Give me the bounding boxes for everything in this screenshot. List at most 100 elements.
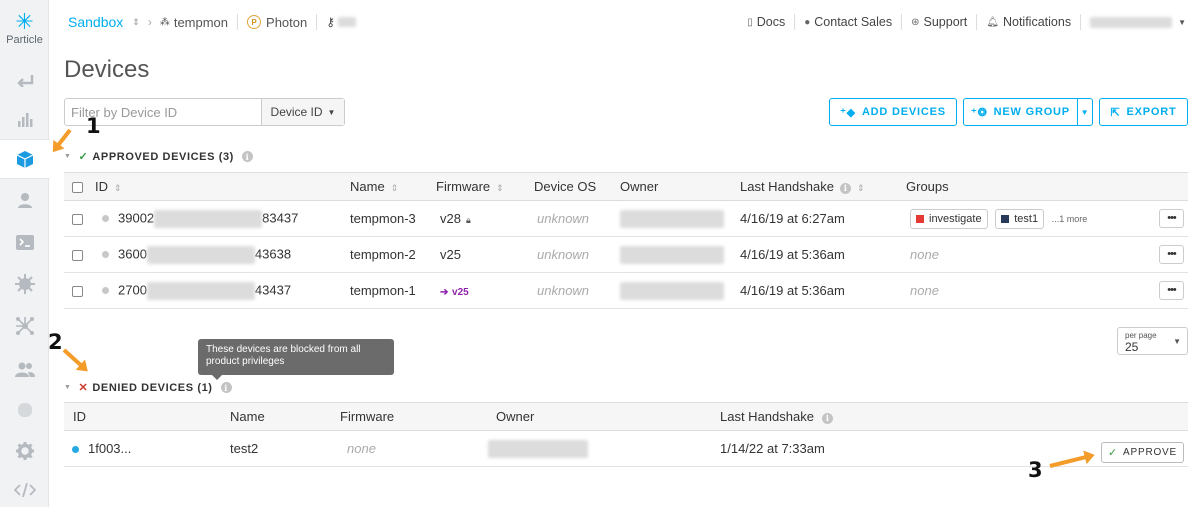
row-checkbox[interactable] <box>72 214 83 226</box>
swap-icon[interactable]: ⇕ <box>132 17 140 28</box>
sidebar-item-firmware[interactable] <box>0 264 49 304</box>
group-tag-test1[interactable]: test1 <box>995 208 1045 229</box>
divider <box>901 14 903 30</box>
column-owner: Owner <box>496 402 720 431</box>
group-color-swatch <box>1001 214 1010 223</box>
product-icon: ⁂ <box>159 16 170 28</box>
column-last-handshake: Last Handshake i <box>720 402 1188 431</box>
sidebar-item-customers[interactable] <box>0 180 49 220</box>
breadcrumb: Sandbox ⇕ › ⁂ tempmon P Photon ⚷ <box>68 14 357 30</box>
collapse-triangle-icon[interactable]: ▼ <box>64 153 72 160</box>
annotation-number-2: 2 <box>48 330 63 354</box>
sidebar-item-devices[interactable] <box>0 139 50 179</box>
row-checkbox[interactable] <box>72 286 83 298</box>
new-group-dropdown[interactable]: ▼ <box>1077 98 1093 126</box>
table-row[interactable]: 1f003... test2 none 1/14/22 at 7:33am <box>64 430 1188 467</box>
select-all-checkbox[interactable] <box>72 182 83 194</box>
device-id: 1f003... <box>88 441 132 456</box>
network-icon <box>15 317 34 335</box>
contact-sales-link[interactable]: ● Contact Sales <box>804 15 892 29</box>
device-id-redacted <box>154 209 263 228</box>
device-id-prefix: 2700 <box>118 281 147 297</box>
approved-devices-table: ID ⇕ Name ⇕ Firmware ⇕ Device OS Owner Last… <box>64 172 1188 309</box>
denied-devices-header[interactable]: ▼ ✕ DENIED DEVICES (1) i <box>64 381 232 394</box>
column-device-os-label: Device OS <box>534 179 597 194</box>
bar-chart-icon <box>17 113 32 127</box>
info-icon[interactable]: i <box>241 151 253 162</box>
top-links: ▯ Docs ● Contact Sales ⊛ Support 🔔︎ Notifica… <box>747 14 1200 30</box>
row-checkbox[interactable] <box>72 250 83 262</box>
info-icon[interactable]: i <box>220 382 232 393</box>
sidebar-item-team[interactable] <box>0 349 49 389</box>
export-button[interactable]: ⇱ EXPORT <box>1099 98 1188 126</box>
select-all-cell <box>64 172 95 201</box>
groups-cell: investigate test1 ...1 more <box>906 200 1156 237</box>
device-id-suffix: 43638 <box>254 245 292 261</box>
check-icon: ✓ <box>1108 447 1119 459</box>
sidebar-item-database[interactable] <box>0 390 49 430</box>
owner-redacted <box>620 245 724 264</box>
support-label: Support <box>923 15 968 29</box>
account-menu[interactable]: ▼ <box>1090 16 1186 28</box>
table-row[interactable]: 2700 43437 tempmon-1 ➔ v25 unknown 4/16/1… <box>64 272 1188 309</box>
sort-icon: ⇕ <box>856 183 865 193</box>
sidebar-item-analytics[interactable] <box>0 100 49 140</box>
sidebar-item-settings[interactable] <box>0 431 49 471</box>
breadcrumb-product[interactable]: tempmon <box>174 15 228 30</box>
key-icon: ⚷ <box>326 15 336 29</box>
column-firmware[interactable]: Firmware ⇕ <box>436 172 534 201</box>
groups-none: none <box>906 236 1156 273</box>
filter-field-dropdown[interactable]: Device ID ▼ <box>261 99 344 125</box>
sidebar-item-code[interactable] <box>0 470 49 510</box>
sidebar-item-console[interactable] <box>0 222 49 262</box>
notifications-link[interactable]: 🔔︎ Notifications <box>986 15 1071 29</box>
approved-devices-header[interactable]: ▼ ✓ APPROVED DEVICES (3) i <box>64 150 253 163</box>
column-groups: Groups <box>906 172 1156 201</box>
device-id-cell[interactable]: 1f003... <box>64 430 230 467</box>
denied-devices-title: DENIED DEVICES (1) <box>92 381 213 394</box>
group-label: test1 <box>1014 212 1039 225</box>
breadcrumb-sandbox[interactable]: Sandbox <box>68 14 123 30</box>
table-row[interactable]: 3600 43638 tempmon-2 v25 unknown 4/16/19 … <box>64 236 1188 273</box>
row-actions-button[interactable]: ••• <box>1159 245 1184 264</box>
annotation-number-1: 1 <box>86 114 101 138</box>
info-icon[interactable]: i <box>839 182 851 194</box>
sidebar-item-integrations[interactable] <box>0 306 49 346</box>
approve-button[interactable]: ✓ APPROVE <box>1101 442 1184 463</box>
filter-field-label: Device ID <box>270 105 323 119</box>
export-label: EXPORT <box>1126 106 1177 118</box>
row-actions-button[interactable]: ••• <box>1159 281 1184 300</box>
check-icon: ✓ <box>78 151 89 163</box>
device-id-cell[interactable]: 39002 83437 <box>95 200 350 237</box>
support-link[interactable]: ⊛ Support <box>911 15 967 29</box>
account-email-redacted <box>1090 16 1173 28</box>
collapse-triangle-icon[interactable]: ▼ <box>64 384 72 391</box>
new-group-button[interactable]: ⁺❂ NEW GROUP <box>963 98 1078 126</box>
column-id[interactable]: ID ⇕ <box>95 172 350 201</box>
group-tag-investigate[interactable]: investigate <box>910 208 988 229</box>
table-row[interactable]: 39002 83437 tempmon-3 v28 🔒︎ unknown 4/16/… <box>64 200 1188 237</box>
notifications-label: Notifications <box>1002 15 1072 29</box>
add-devices-button[interactable]: ⁺◆ ADD DEVICES <box>829 98 957 126</box>
device-id-cell[interactable]: 3600 43638 <box>95 236 350 273</box>
per-page-select[interactable]: per page 25 ▼ <box>1117 327 1188 355</box>
last-handshake: 4/16/19 at 5:36am <box>740 272 906 309</box>
docs-link[interactable]: ▯ Docs <box>747 15 785 29</box>
caret-down-icon: ▼ <box>327 107 336 117</box>
firmware-version: v28 <box>440 211 461 226</box>
column-last-handshake[interactable]: Last Handshake i ⇕ <box>740 172 906 201</box>
device-name: tempmon-3 <box>350 200 436 237</box>
more-groups-link[interactable]: ...1 more <box>1052 214 1088 224</box>
back-icon <box>16 75 33 87</box>
row-actions-button[interactable]: ••• <box>1159 209 1184 228</box>
actions-cell: ••• <box>1156 272 1188 309</box>
divider <box>976 14 978 30</box>
particle-logo[interactable]: ✳ Particle <box>0 11 49 47</box>
sidebar-item-back[interactable] <box>0 60 49 100</box>
device-id-cell[interactable]: 2700 43437 <box>95 272 350 309</box>
terminal-icon <box>15 234 34 250</box>
info-icon[interactable]: i <box>821 412 833 424</box>
page-title: Devices <box>64 56 150 83</box>
actions-cell: ••• <box>1156 236 1188 273</box>
column-name[interactable]: Name ⇕ <box>350 172 436 201</box>
